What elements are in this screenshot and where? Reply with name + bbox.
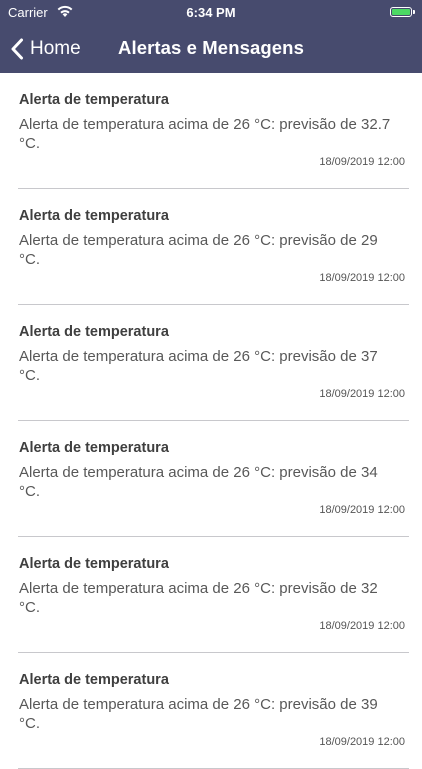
alert-item[interactable]: Alerta de temperatura Alerta de temperat… [18, 189, 409, 305]
clock: 6:34 PM [186, 5, 236, 20]
alert-item[interactable]: Alerta de temperatura Alerta de temperat… [18, 537, 409, 653]
back-button[interactable]: Home [10, 34, 81, 64]
alert-message: Alerta de temperatura acima de 26 °C: pr… [19, 464, 378, 500]
alert-list: Alerta de temperatura Alerta de temperat… [0, 73, 422, 769]
battery-level [392, 9, 410, 15]
alert-title: Alerta de temperatura [19, 92, 169, 108]
alert-message: Alerta de temperatura acima de 26 °C: pr… [19, 348, 378, 384]
alert-title: Alerta de temperatura [19, 324, 169, 340]
alert-title: Alerta de temperatura [19, 440, 169, 456]
alert-date: 18/09/2019 12:00 [319, 736, 405, 748]
alert-title: Alerta de temperatura [19, 556, 169, 572]
alert-date: 18/09/2019 12:00 [319, 620, 405, 632]
alert-item[interactable]: Alerta de temperatura Alerta de temperat… [18, 653, 409, 769]
alert-item[interactable]: Alerta de temperatura Alerta de temperat… [18, 421, 409, 537]
alert-date: 18/09/2019 12:00 [319, 388, 405, 400]
alert-title: Alerta de temperatura [19, 672, 169, 688]
navigation-bar: Home Alertas e Mensagens [0, 26, 422, 73]
alert-item[interactable]: Alerta de temperatura Alerta de temperat… [18, 73, 409, 189]
page-title: Alertas e Mensagens [118, 37, 304, 58]
alert-date: 18/09/2019 12:00 [319, 156, 405, 168]
alert-message: Alerta de temperatura acima de 26 °C: pr… [19, 696, 378, 732]
alert-item[interactable]: Alerta de temperatura Alerta de temperat… [18, 305, 409, 421]
battery-icon [390, 7, 415, 17]
back-label: Home [30, 38, 81, 59]
status-bar: Carrier 6:34 PM [0, 0, 422, 26]
alert-message: Alerta de temperatura acima de 26 °C: pr… [19, 116, 391, 152]
header: Carrier 6:34 PM Home Alertas e Mensagens [0, 0, 422, 73]
alert-message: Alerta de temperatura acima de 26 °C: pr… [19, 232, 378, 268]
alert-date: 18/09/2019 12:00 [319, 272, 405, 284]
battery-nub [413, 10, 415, 14]
chevron-left-icon [11, 38, 23, 60]
alert-date: 18/09/2019 12:00 [319, 504, 405, 516]
alert-message: Alerta de temperatura acima de 26 °C: pr… [19, 580, 378, 616]
alert-title: Alerta de temperatura [19, 208, 169, 224]
